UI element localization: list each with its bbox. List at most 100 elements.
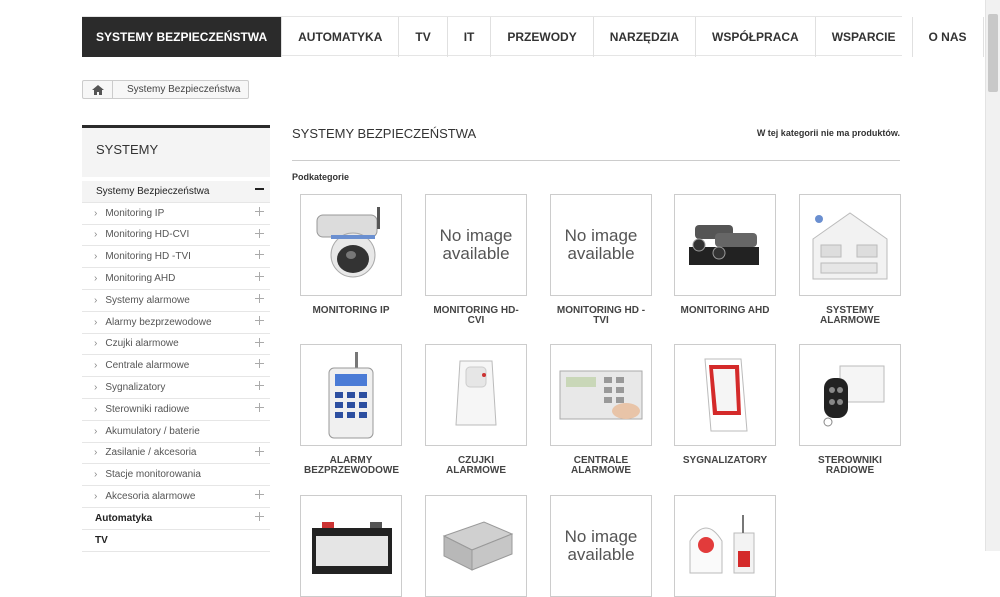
nav-item[interactable]: SYSTEMY BEZPIECZEŃSTWA (82, 17, 283, 57)
subcategory-name[interactable]: SYGNALIZATORY (674, 456, 776, 466)
expand-icon[interactable] (255, 359, 264, 369)
subcategory-card[interactable] (674, 495, 776, 597)
sidebar-item-label: Monitoring HD -TVI (105, 251, 191, 263)
subcategory-name[interactable]: SYSTEMY ALARMOWE (799, 306, 901, 326)
subcategory-card[interactable]: CENTRALE ALARMOWE (550, 344, 652, 476)
remote-image[interactable] (799, 344, 901, 446)
subcategory-card[interactable]: CZUJKI ALARMOWE (425, 344, 527, 476)
chevron-right-icon: › (94, 338, 98, 350)
expand-icon[interactable] (255, 250, 264, 260)
subcategory-card[interactable]: STEROWNIKI RADIOWE (799, 344, 901, 476)
sidebar-item-label: Monitoring AHD (105, 273, 176, 285)
sidebar-item[interactable]: › Monitoring HD-CVI (82, 225, 270, 247)
nav-item[interactable]: AUTOMATYKA (282, 17, 400, 57)
subcategory-name[interactable]: MONITORING HD -TVI (550, 306, 652, 326)
sidebar-item[interactable]: Systemy Bezpieczeństwa (82, 181, 270, 203)
subcategory-card[interactable] (425, 495, 527, 597)
subcategory-name[interactable]: MONITORING IP (300, 306, 402, 316)
subcategory-card[interactable]: MONITORING IP (300, 194, 402, 316)
expand-icon[interactable] (255, 206, 264, 216)
expand-icon[interactable] (255, 402, 264, 412)
subcategory-card[interactable]: MONITORING AHD (674, 194, 776, 316)
chevron-right-icon: › (94, 447, 98, 459)
subcategory-card[interactable]: ALARMY BEZPRZEWODOWE (300, 344, 402, 476)
sidebar-item-label: Alarmy bezprzewodowe (105, 316, 212, 328)
beacon-image[interactable] (674, 495, 776, 597)
subcategory-card[interactable]: SYGNALIZATORY (674, 344, 776, 466)
home-icon[interactable] (83, 81, 113, 98)
no-image-placeholder[interactable]: No image available (550, 495, 652, 597)
sidebar-item-label: Akcesoria alarmowe (105, 491, 196, 503)
nav-item[interactable]: PRZEWODY (491, 17, 594, 57)
sidebar-item-label: Monitoring HD-CVI (105, 229, 190, 241)
chevron-right-icon: › (94, 316, 98, 328)
chevron-right-icon: › (94, 251, 98, 263)
subcategory-name[interactable]: CENTRALE ALARMOWE (550, 456, 652, 476)
subcategory-name[interactable]: ALARMY BEZPRZEWODOWE (300, 456, 402, 476)
nav-item[interactable]: IT (448, 17, 492, 57)
subcategory-card[interactable] (300, 495, 402, 597)
sidebar-item-label: Sterowniki radiowe (105, 403, 190, 415)
keypad-image[interactable] (300, 344, 402, 446)
sidebar-item[interactable]: › Czujki alarmowe (82, 334, 270, 356)
expand-icon[interactable] (255, 381, 264, 391)
sidebar-item[interactable]: › Akcesoria alarmowe (82, 486, 270, 508)
subcategory-name[interactable]: MONITORING HD-CVI (425, 306, 527, 326)
house-image[interactable] (799, 194, 901, 296)
page-scrollbar[interactable] (985, 0, 1000, 551)
sidebar-item[interactable]: › Systemy alarmowe (82, 290, 270, 312)
sidebar-item[interactable]: › Akumulatory / baterie (82, 421, 270, 443)
sidebar-item[interactable]: › Monitoring IP (82, 203, 270, 225)
no-image-text: No image available (564, 527, 638, 564)
subcategory-name[interactable]: MONITORING AHD (674, 306, 776, 316)
chevron-right-icon: › (94, 360, 98, 372)
expand-icon[interactable] (255, 446, 264, 456)
chevron-right-icon: › (94, 491, 98, 503)
nav-item[interactable]: WSPARCIE (816, 17, 913, 57)
subcategory-card[interactable]: No image available MONITORING HD -TVI (550, 194, 652, 326)
expand-icon[interactable] (255, 315, 264, 325)
no-image-placeholder[interactable]: No image available (425, 194, 527, 296)
nav-item[interactable]: WSPÓŁPRACA (696, 17, 816, 57)
subcategory-card[interactable]: SYSTEMY ALARMOWE (799, 194, 901, 326)
sidebar-item[interactable]: TV (82, 530, 270, 552)
sidebar-item[interactable]: › Sterowniki radiowe (82, 399, 270, 421)
sidebar-item-label: Czujki alarmowe (105, 338, 179, 350)
subcategory-card[interactable]: No image available (550, 495, 652, 597)
battery-image[interactable] (300, 495, 402, 597)
sensor-image[interactable] (425, 344, 527, 446)
subcategory-name[interactable]: STEROWNIKI RADIOWE (799, 456, 901, 476)
sidebar-item[interactable]: › Monitoring HD -TVI (82, 246, 270, 269)
chevron-right-icon: › (94, 425, 98, 437)
chevron-right-icon: › (94, 229, 98, 241)
collapse-icon[interactable] (255, 185, 264, 194)
nav-item[interactable]: NARZĘDZIA (594, 17, 697, 57)
expand-icon[interactable] (255, 293, 264, 303)
panel-image[interactable] (550, 344, 652, 446)
chevron-right-icon: › (94, 403, 98, 415)
subcategory-name[interactable]: CZUJKI ALARMOWE (425, 456, 527, 476)
nav-item[interactable]: TV (399, 17, 448, 57)
dvr-image[interactable] (674, 194, 776, 296)
sidebar-item[interactable]: › Sygnalizatory (82, 377, 270, 399)
sidebar-item[interactable]: › Monitoring AHD (82, 268, 270, 290)
psu-image[interactable] (425, 495, 527, 597)
expand-icon[interactable] (255, 272, 264, 282)
sidebar-item[interactable]: Automatyka (82, 508, 270, 530)
subcategory-card[interactable]: No image available MONITORING HD-CVI (425, 194, 527, 326)
expand-icon[interactable] (255, 490, 264, 500)
expand-icon[interactable] (255, 228, 264, 238)
sidebar-item[interactable]: › Stacje monitorowania (82, 464, 270, 487)
camera-image[interactable] (300, 194, 402, 296)
sidebar-item[interactable]: › Zasilanie / akcesoria (82, 443, 270, 465)
expand-icon[interactable] (255, 337, 264, 347)
sidebar-item[interactable]: › Centrale alarmowe (82, 355, 270, 378)
siren-image[interactable] (674, 344, 776, 446)
nav-item[interactable]: O NAS (913, 17, 984, 57)
sidebar-item[interactable]: › Alarmy bezprzewodowe (82, 312, 270, 334)
no-image-placeholder[interactable]: No image available (550, 194, 652, 296)
sidebar-item-label: Systemy Bezpieczeństwa (96, 185, 210, 197)
title-divider (292, 160, 900, 161)
expand-icon[interactable] (255, 511, 264, 521)
scrollbar-thumb[interactable] (988, 14, 998, 92)
